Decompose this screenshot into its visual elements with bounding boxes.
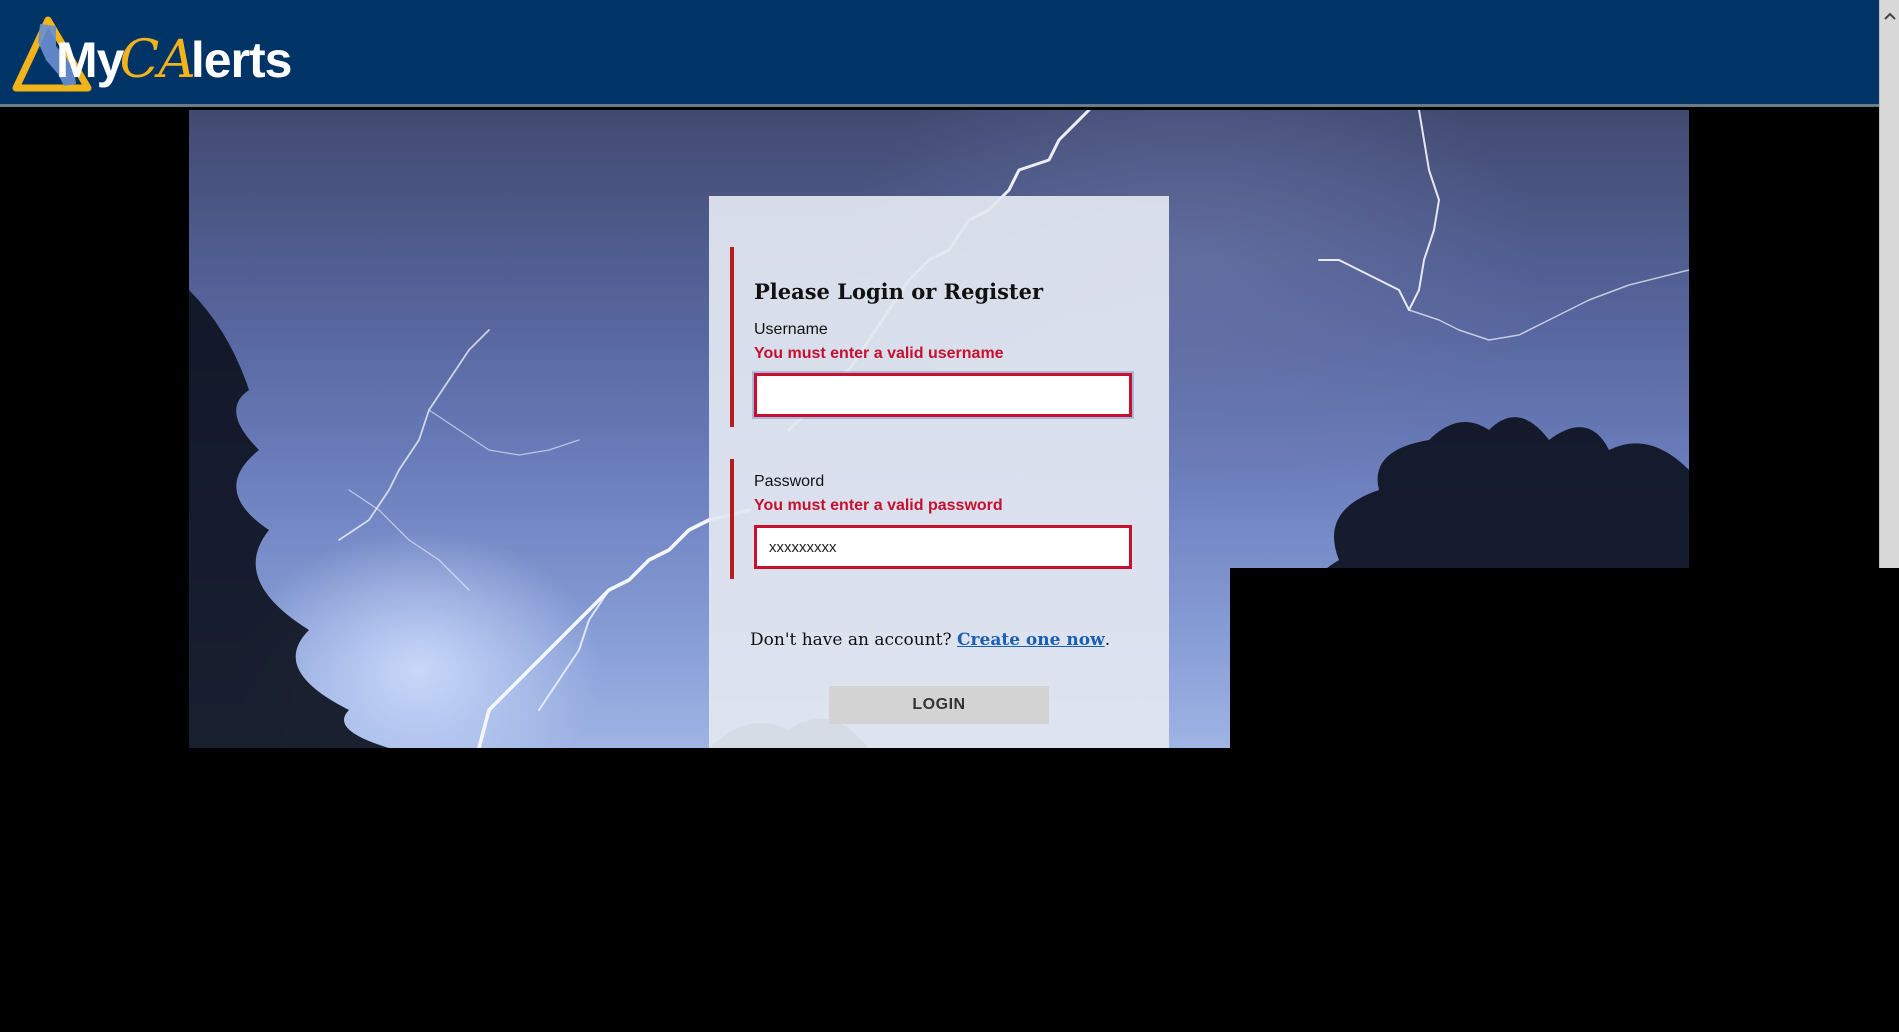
username-field-group: Please Login or Register Username You mu… (730, 247, 1150, 427)
site-header: MyCAlerts (0, 0, 1879, 107)
password-label: Password (754, 473, 825, 490)
mycalerts-logo[interactable]: MyCAlerts (12, 12, 292, 96)
login-panel: Please Login or Register Username You mu… (709, 196, 1169, 748)
account-prompt-text: Don't have an account? (750, 630, 952, 650)
redacted-region (1230, 568, 1879, 1032)
username-error: You must enter a valid username (754, 345, 1004, 362)
account-prompt-suffix: . (1104, 630, 1111, 650)
logo-wordmark: MyCAlerts (56, 30, 293, 90)
logo-prefix: My (56, 32, 124, 88)
password-field-group: Password You must enter a valid password (730, 459, 1150, 579)
create-account-link[interactable]: Create one now (957, 630, 1105, 650)
page-title: Please Login or Register (754, 279, 1044, 304)
page-scrollbar[interactable] (1879, 0, 1899, 568)
username-input[interactable] (754, 373, 1132, 417)
logo-suffix: lerts (190, 32, 293, 88)
chevron-up-icon[interactable] (1880, 10, 1899, 26)
password-error: You must enter a valid password (754, 497, 1003, 514)
logo-ca-script: CA (119, 30, 195, 90)
create-account-prompt: Don't have an account? Create one now. (750, 630, 1110, 650)
username-label: Username (754, 321, 828, 338)
login-button[interactable]: LOGIN (829, 686, 1049, 724)
password-input[interactable] (754, 525, 1132, 569)
